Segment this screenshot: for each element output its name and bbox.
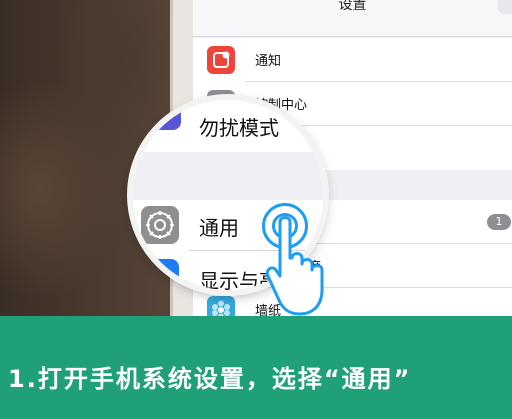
page-title: 设置 [338, 0, 367, 13]
display-brightness-icon [141, 259, 179, 290]
magnified-label: 通用 [199, 216, 239, 240]
update-badge: 1 [487, 214, 511, 230]
nav-corner [498, 0, 512, 14]
gear-icon [141, 206, 179, 244]
section-gap [133, 152, 323, 200]
pointing-hand-icon [265, 216, 324, 316]
magnified-row-do-not-disturb: 勿扰模式 [133, 100, 323, 152]
settings-row-notifications[interactable]: 通知 [193, 38, 512, 82]
caption-banner: 1.打开手机系统设置，选择“通用” [0, 316, 512, 419]
nav-bar: 设置 [193, 0, 512, 37]
row-label: 通知 [255, 54, 282, 69]
caption-text: 1.打开手机系统设置，选择“通用” [8, 365, 412, 393]
magnified-label: 勿扰模式 [199, 116, 279, 140]
notifications-icon [207, 46, 235, 74]
do-not-disturb-icon [145, 100, 181, 130]
